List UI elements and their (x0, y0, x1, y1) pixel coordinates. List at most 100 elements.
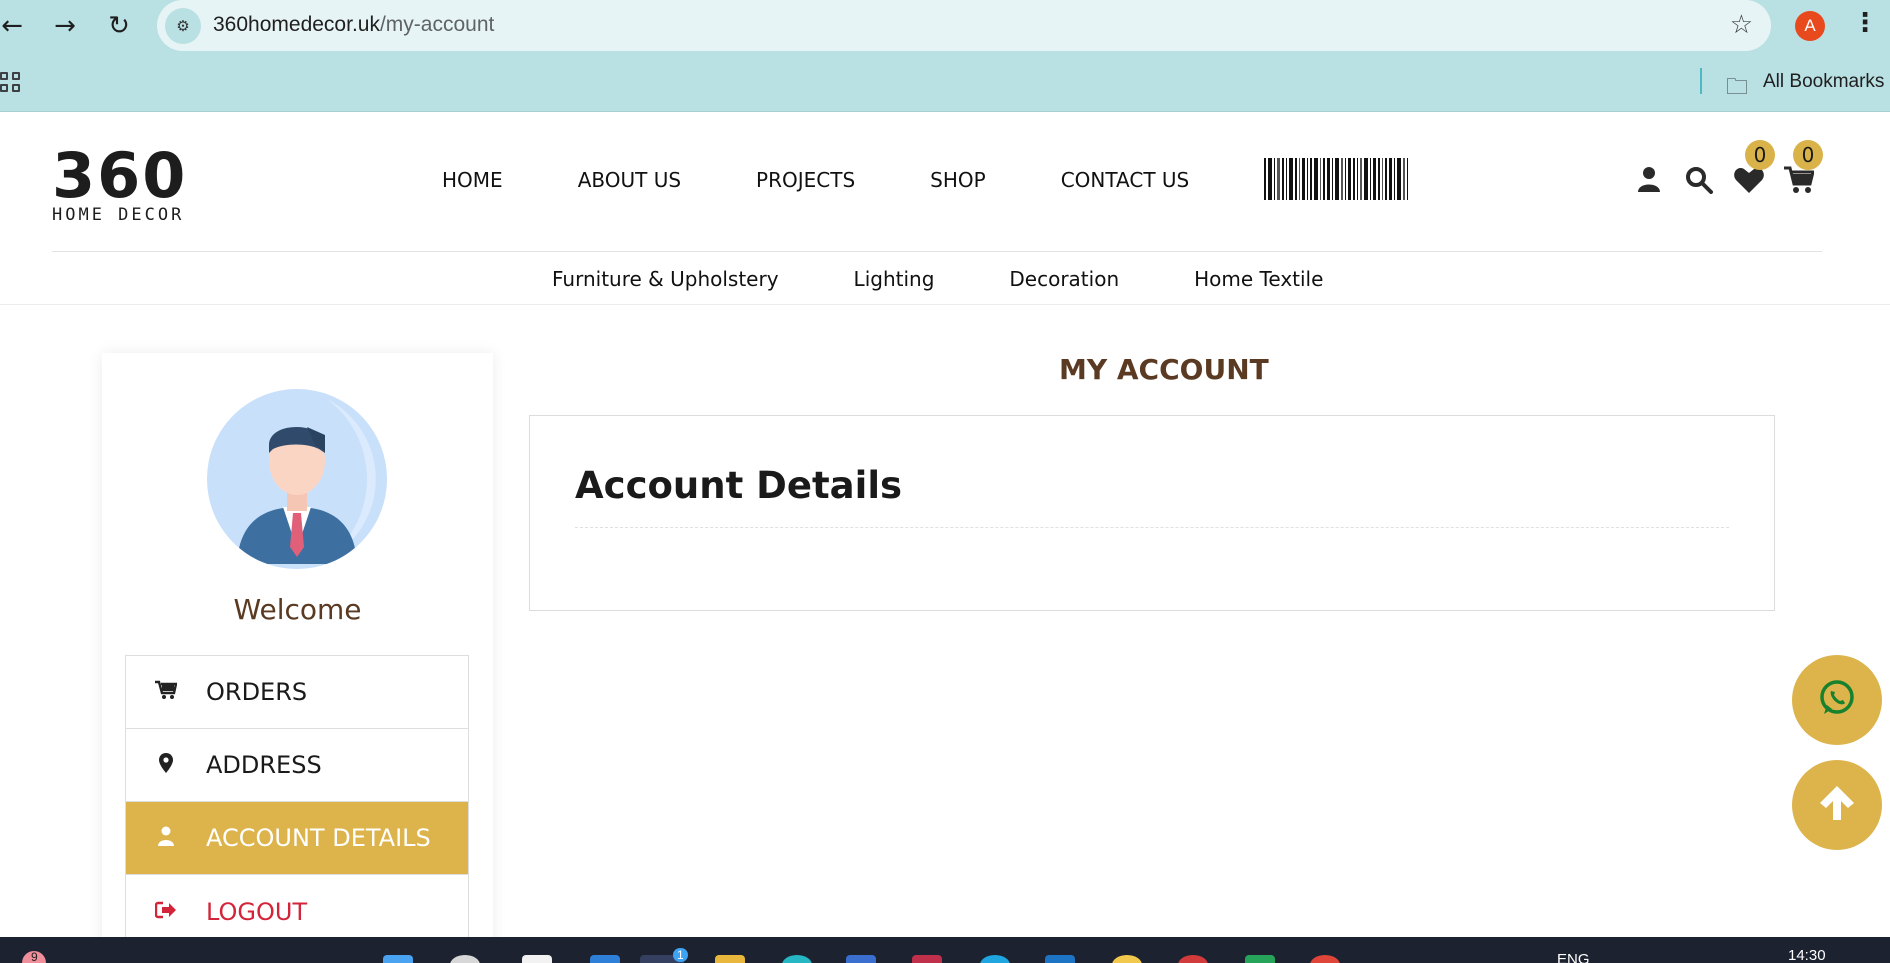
barcode-bar (1403, 158, 1405, 200)
forward-arrow-icon[interactable]: → (49, 10, 81, 42)
browser-icon[interactable] (782, 955, 812, 963)
chrome-icon[interactable] (1112, 955, 1142, 963)
nav-projects[interactable]: PROJECTS (756, 168, 855, 192)
task-view-icon[interactable] (522, 955, 552, 963)
app-icon[interactable] (1178, 955, 1208, 963)
nav-home[interactable]: HOME (442, 168, 503, 192)
menu-label-account-details: ACCOUNT DETAILS (206, 824, 431, 852)
clock-time[interactable]: 14:30 (1788, 947, 1826, 963)
barcode-bar (1307, 158, 1308, 200)
barcode-bar (1348, 158, 1351, 200)
bookmarks-divider (1700, 68, 1702, 94)
profile-app-icon[interactable] (1310, 955, 1340, 963)
store-icon[interactable] (1045, 955, 1075, 963)
url-path: /my-account (379, 13, 495, 36)
barcode-bar (1378, 158, 1380, 200)
browser-menu-icon[interactable]: ⋮ (1852, 8, 1878, 38)
apps-grid-icon[interactable] (0, 72, 20, 92)
back-arrow-icon[interactable]: ← (0, 10, 28, 42)
site-logo[interactable]: 360 HOME DECOR (52, 145, 230, 225)
account-icon[interactable] (1638, 166, 1660, 199)
header-divider (52, 251, 1822, 252)
cart-icon[interactable] (1784, 166, 1815, 201)
url-domain: 360homedecor.uk (213, 13, 380, 36)
category-decoration[interactable]: Decoration (1009, 267, 1119, 291)
category-lighting[interactable]: Lighting (854, 267, 935, 291)
wishlist-count-badge: 0 (1745, 140, 1775, 170)
barcode-bar (1289, 158, 1293, 200)
welcome-text: Welcome (233, 593, 362, 626)
bookmark-star-icon[interactable]: ☆ (1730, 10, 1753, 40)
search-icon[interactable] (450, 955, 480, 963)
os-taskbar: 9 1 ENG 14:30 (0, 937, 1890, 963)
profile-avatar[interactable]: A (1795, 11, 1825, 41)
section-title: Account Details (575, 464, 903, 507)
barcode-bar (1295, 158, 1297, 200)
wishlist-heart-icon[interactable] (1734, 166, 1764, 201)
category-nav-divider (0, 304, 1890, 305)
barcode-bar (1407, 158, 1408, 200)
barcode-bar (1394, 158, 1395, 200)
menu-label-logout: LOGOUT (206, 897, 308, 926)
barcode-bar (1323, 158, 1325, 200)
barcode-bar (1264, 158, 1266, 200)
barcode-bar (1327, 158, 1330, 200)
barcode-bar (1353, 158, 1355, 200)
address-bar[interactable]: ⚙ 360homedecor.uk/my-account ☆ (157, 0, 1771, 51)
menu-item-orders[interactable]: ORDERS (126, 656, 468, 729)
menu-label-orders: ORDERS (206, 678, 308, 706)
menu-item-account-details[interactable]: ACCOUNT DETAILS (126, 802, 468, 875)
category-nav: Furniture & Upholstery Lighting Decorati… (552, 267, 1398, 291)
url-text[interactable]: 360homedecor.uk/my-account (213, 13, 494, 37)
nav-contact-us[interactable]: CONTACT US (1061, 168, 1190, 192)
barcode-bar (1385, 158, 1387, 200)
browser-toolbar: ← → ↻ ⚙ 360homedecor.uk/my-account ☆ A ⋮ (0, 0, 1890, 52)
avatar (207, 389, 387, 569)
whatsapp-button[interactable] (1792, 655, 1882, 745)
cart-icon (126, 680, 206, 705)
category-furniture-upholstery[interactable]: Furniture & Upholstery (552, 267, 779, 291)
section-divider (575, 527, 1729, 528)
start-icon[interactable] (383, 955, 413, 963)
all-bookmarks-link[interactable]: All Bookmarks (1763, 71, 1884, 93)
skype-icon[interactable] (980, 955, 1010, 963)
page-title: MY ACCOUNT (1059, 353, 1269, 386)
barcode-bar (1373, 158, 1376, 200)
barcode-graphic (1264, 158, 1446, 200)
barcode-bar (1320, 158, 1321, 200)
menu-label-address: ADDRESS (206, 751, 322, 779)
map-marker-icon (126, 752, 206, 778)
category-home-textile[interactable]: Home Textile (1194, 267, 1323, 291)
menu-item-address[interactable]: ADDRESS (126, 729, 468, 802)
search-icon[interactable] (1685, 166, 1713, 201)
barcode-bar (1286, 158, 1287, 200)
outlook-icon[interactable] (846, 955, 876, 963)
barcode-bar (1274, 158, 1275, 200)
barcode-bar (1370, 158, 1371, 200)
language-indicator[interactable]: ENG (1557, 951, 1590, 963)
barcode-bar (1389, 158, 1392, 200)
nav-about-us[interactable]: ABOUT US (578, 168, 681, 192)
account-details-panel: Account Details (529, 415, 1775, 611)
bookmarks-bar: 🗀 All Bookmarks (0, 52, 1890, 112)
whatsapp-icon (1817, 678, 1857, 722)
barcode-bar (1341, 158, 1343, 200)
mail-icon[interactable] (912, 955, 942, 963)
site-info-icon[interactable]: ⚙ (165, 8, 201, 44)
barcode-bar (1310, 158, 1312, 200)
barcode-bar (1314, 158, 1318, 200)
folder-icon: 🗀 (1726, 75, 1749, 100)
file-explorer-icon[interactable] (715, 955, 745, 963)
edge-icon[interactable] (590, 955, 620, 963)
barcode-bar (1397, 158, 1401, 200)
barcode-bar (1335, 158, 1339, 200)
scroll-to-top-button[interactable] (1792, 760, 1882, 850)
logout-icon (126, 900, 206, 924)
nav-shop[interactable]: SHOP (930, 168, 986, 192)
reload-icon[interactable]: ↻ (103, 10, 135, 42)
barcode-bar (1299, 158, 1300, 200)
excel-icon[interactable] (1245, 955, 1275, 963)
cart-count-badge: 0 (1793, 140, 1823, 170)
barcode-bar (1360, 158, 1362, 200)
account-menu: ORDERS ADDRESS ACCOUNT DETAILS LOGOUT (125, 655, 469, 949)
